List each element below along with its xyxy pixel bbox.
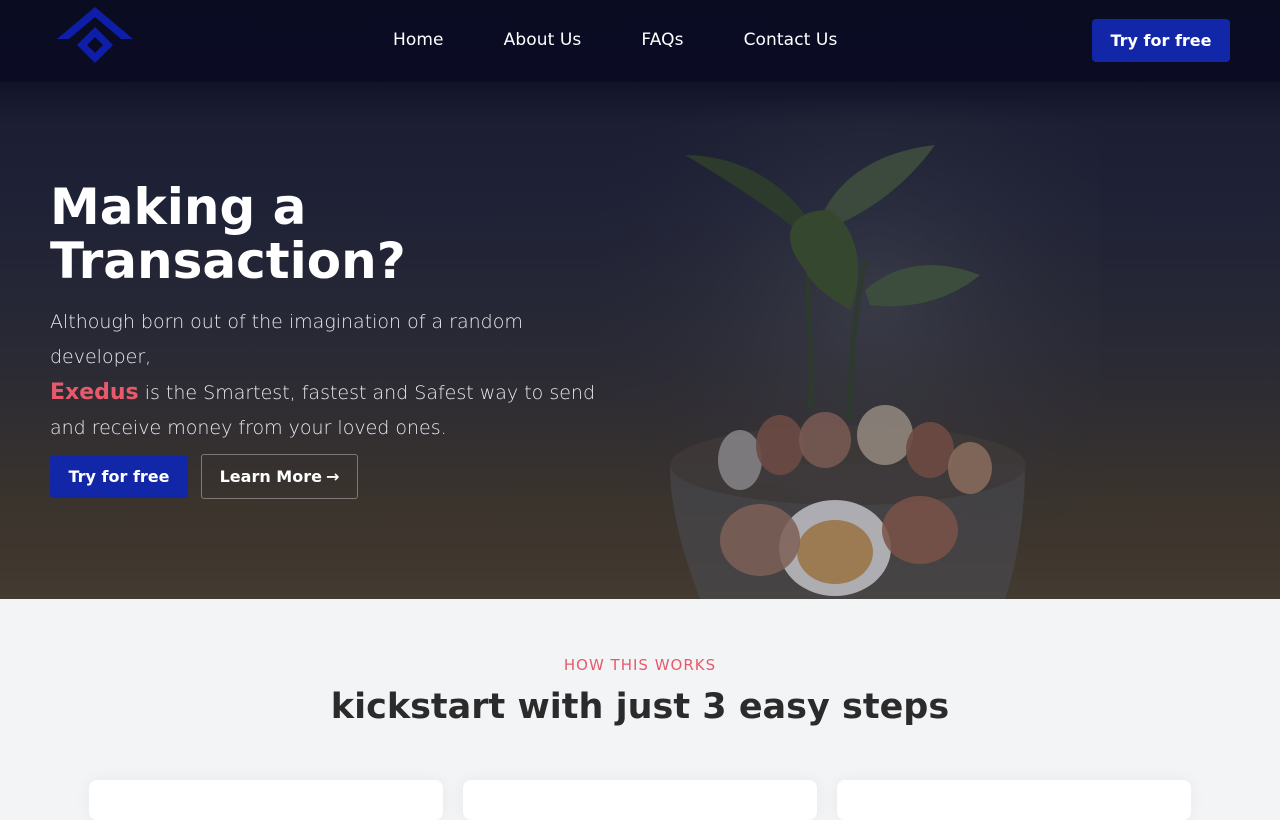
nav-try-for-free-button[interactable]: Try for free <box>1092 19 1230 62</box>
logo-icon[interactable] <box>55 5 135 65</box>
nav-link-contact-us[interactable]: Contact Us <box>744 30 838 50</box>
navbar-shadow <box>0 82 1280 124</box>
navbar: Home About Us FAQs Contact Us Try for fr… <box>0 0 1280 82</box>
section-title: kickstart with just 3 easy steps <box>330 687 950 727</box>
nav-link-faqs[interactable]: FAQs <box>641 30 683 50</box>
section-eyebrow: HOW THIS WORKS <box>563 656 717 674</box>
how-it-works-section: HOW THIS WORKS kickstart with just 3 eas… <box>0 599 1280 820</box>
brand-name: Exedus <box>50 380 139 405</box>
arrow-right-icon: → <box>325 467 340 486</box>
nav-link-about-us[interactable]: About Us <box>504 30 582 50</box>
hero-try-for-free-button[interactable]: Try for free <box>50 455 188 498</box>
plant-in-coins-jar-image <box>600 100 1100 599</box>
learn-more-label: Learn More <box>219 467 322 486</box>
hero-section: Home About Us FAQs Contact Us Try for fr… <box>0 0 1280 599</box>
main-nav: Home About Us FAQs Contact Us <box>393 30 837 50</box>
hero-title: Making a Transaction? <box>50 178 406 290</box>
step-card-3 <box>837 780 1191 820</box>
learn-more-button[interactable]: Learn More → <box>201 454 358 499</box>
nav-link-home[interactable]: Home <box>393 30 444 50</box>
hero-description-lead: Although born out of the imagination of … <box>50 311 523 368</box>
step-card-2 <box>463 780 817 820</box>
hero-description: Although born out of the imagination of … <box>50 305 620 446</box>
step-card-1 <box>89 780 443 820</box>
